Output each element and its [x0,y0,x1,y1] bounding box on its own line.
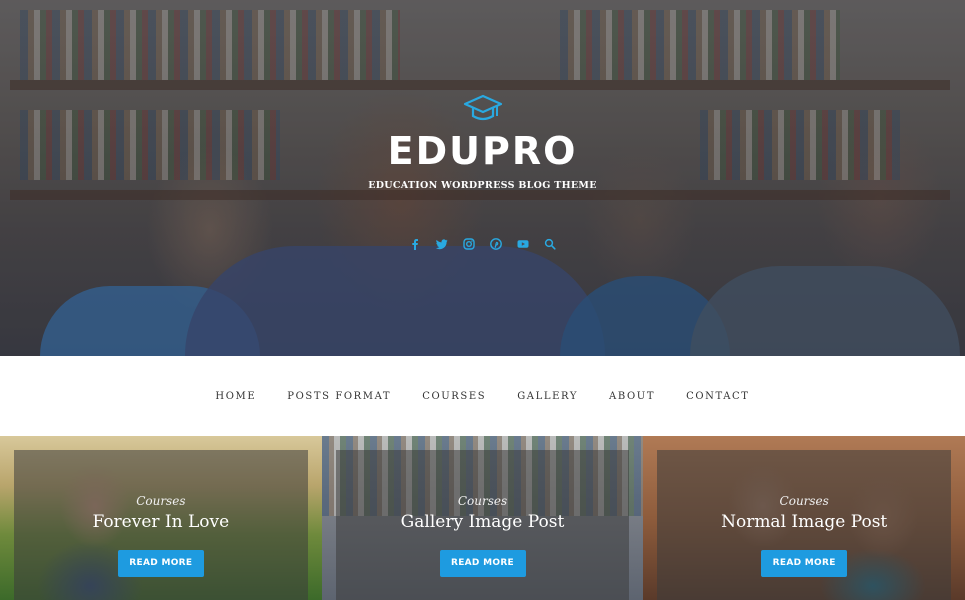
post-category[interactable]: Courses [14,494,308,508]
nav-item-contact[interactable]: CONTACT [686,391,749,402]
post-card-content: Courses Forever In Love READ MORE [14,494,308,577]
nav-item-home[interactable]: HOME [215,391,256,402]
post-title[interactable]: Normal Image Post [657,512,951,532]
search-icon[interactable] [543,236,558,251]
instagram-icon[interactable] [462,236,477,251]
read-more-button[interactable]: READ MORE [761,550,848,577]
twitter-icon[interactable] [435,236,450,251]
site-title[interactable]: EDUPRO [0,128,965,174]
post-category[interactable]: Courses [336,494,630,508]
post-title[interactable]: Forever In Love [14,512,308,532]
post-card[interactable]: Courses Normal Image Post READ MORE [643,436,965,600]
youtube-icon[interactable] [516,236,531,251]
nav-item-gallery[interactable]: GALLERY [517,391,578,402]
site-branding: EDUPRO EDUCATION WORDPRESS BLOG THEME [0,92,965,191]
post-title[interactable]: Gallery Image Post [336,512,630,532]
featured-posts: Courses Forever In Love READ MORE Course… [0,436,965,600]
read-more-button[interactable]: READ MORE [117,550,204,577]
pinterest-icon[interactable] [489,236,504,251]
post-card-content: Courses Normal Image Post READ MORE [657,494,951,577]
hero-banner: EDUPRO EDUCATION WORDPRESS BLOG THEME [0,0,965,356]
nav-item-posts-format[interactable]: POSTS FORMAT [287,391,391,402]
facebook-icon[interactable] [408,236,423,251]
site-tagline: EDUCATION WORDPRESS BLOG THEME [368,180,597,191]
read-more-button[interactable]: READ MORE [439,550,526,577]
nav-item-courses[interactable]: COURSES [422,391,486,402]
post-card-content: Courses Gallery Image Post READ MORE [336,494,630,577]
graduation-cap-icon [463,92,503,124]
social-links [0,236,965,251]
main-navigation: HOME POSTS FORMAT COURSES GALLERY ABOUT … [0,356,965,436]
post-category[interactable]: Courses [657,494,951,508]
nav-item-about[interactable]: ABOUT [609,391,655,402]
post-card[interactable]: Courses Gallery Image Post READ MORE [321,436,644,600]
post-card[interactable]: Courses Forever In Love READ MORE [0,436,322,600]
